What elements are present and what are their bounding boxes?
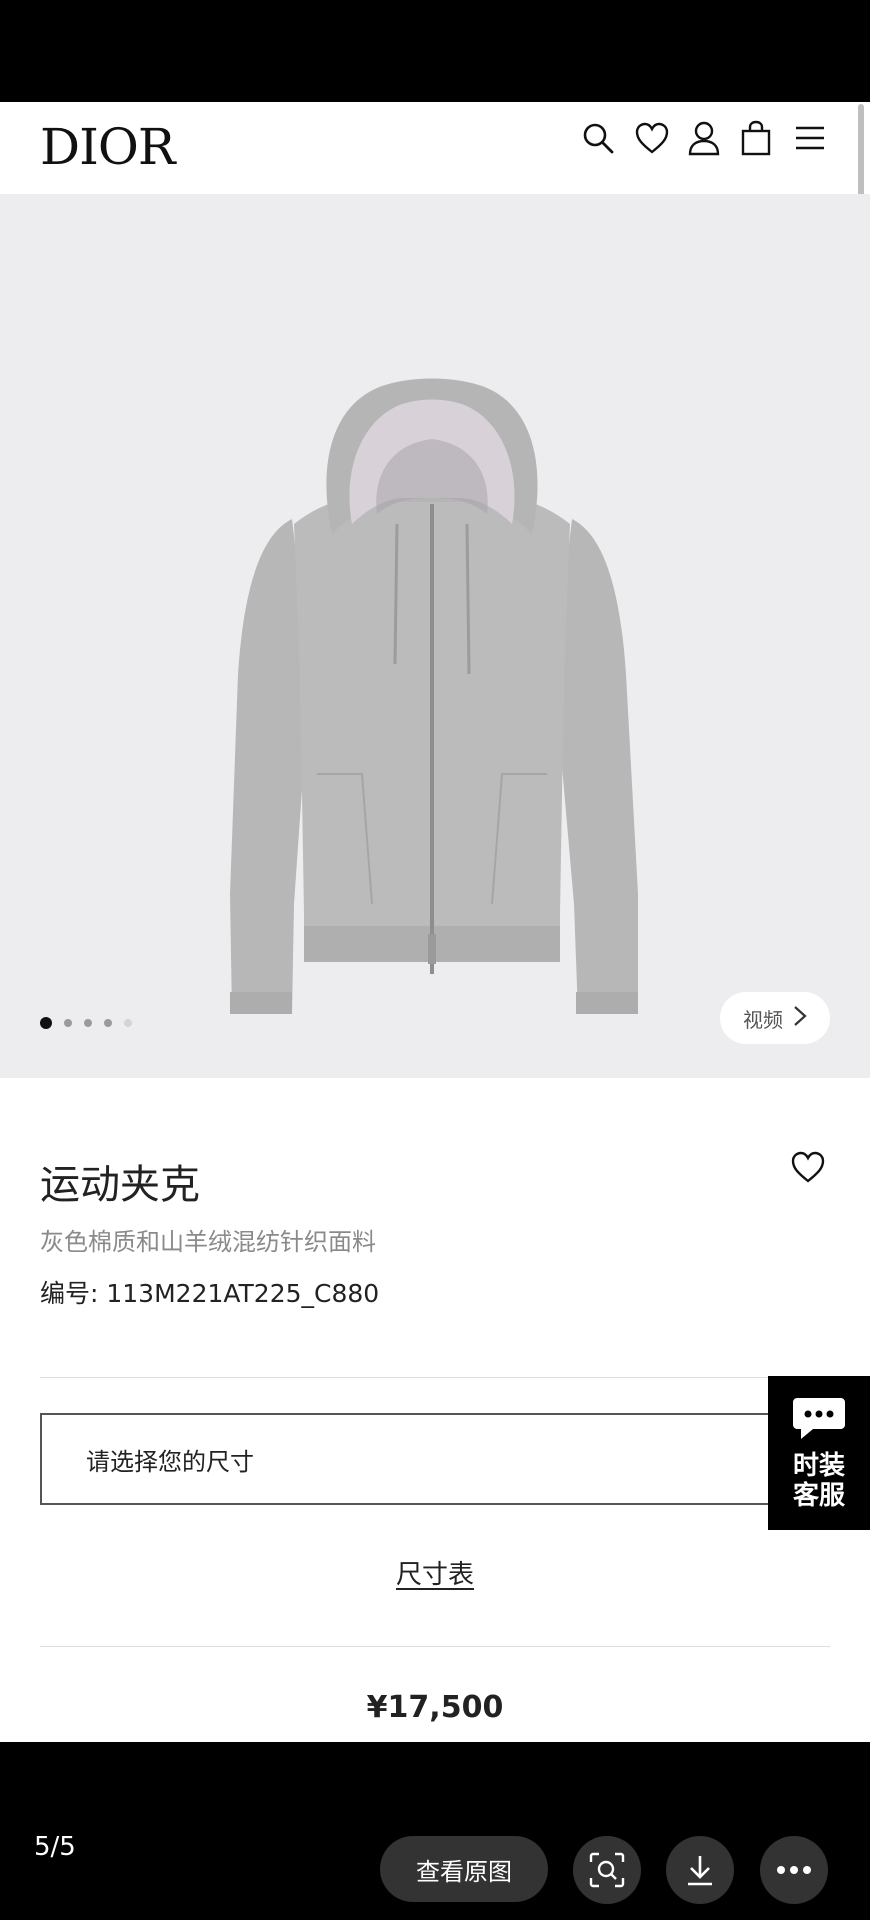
carousel-dots[interactable] — [40, 1017, 132, 1029]
hoodie-jacket-image — [230, 378, 638, 1014]
download-icon[interactable] — [666, 1836, 734, 1904]
search-icon[interactable] — [576, 116, 620, 160]
image-counter: 5/5 — [34, 1832, 76, 1862]
size-chart-row: 尺寸表 — [0, 1554, 870, 1591]
more-options-icon[interactable] — [760, 1836, 828, 1904]
favorite-heart-icon[interactable] — [790, 1150, 826, 1188]
user-icon[interactable] — [682, 116, 726, 160]
site-header: DIOR — [0, 102, 870, 364]
chevron-right-icon — [793, 1005, 807, 1032]
size-select-placeholder: 请选择您的尺寸 — [86, 1447, 254, 1476]
product-image-carousel[interactable]: 视频 — [0, 194, 870, 1078]
bag-icon[interactable] — [734, 116, 778, 160]
chat-bubble-icon — [791, 1395, 847, 1445]
image-viewer-toolbar: 5/5 查看原图 — [0, 1742, 870, 1920]
divider — [40, 1646, 830, 1647]
carousel-dot[interactable] — [124, 1019, 132, 1027]
carousel-dot[interactable] — [40, 1017, 52, 1029]
heart-icon[interactable] — [630, 116, 674, 160]
product-title: 运动夹克 — [40, 1162, 200, 1208]
video-button[interactable]: 视频 — [720, 992, 830, 1044]
size-select[interactable]: 请选择您的尺寸 — [40, 1413, 828, 1505]
carousel-dot[interactable] — [104, 1019, 112, 1027]
carousel-dot[interactable] — [84, 1019, 92, 1027]
product-code: 编号: 113M221AT225_C880 — [40, 1279, 380, 1308]
product-subtitle: 灰色棉质和山羊绒混纺针织面料 — [40, 1228, 376, 1256]
product-price: ¥17,500 — [366, 1690, 504, 1725]
image-search-icon[interactable] — [573, 1836, 641, 1904]
customer-service-chat-button[interactable]: 时装客服 — [768, 1376, 870, 1530]
divider — [40, 1377, 830, 1378]
view-original-button[interactable]: 查看原图 — [380, 1836, 548, 1902]
video-label: 视频 — [743, 1007, 783, 1032]
size-chart-link[interactable]: 尺寸表 — [396, 1560, 474, 1590]
chat-label: 时装客服 — [792, 1451, 845, 1511]
menu-icon[interactable] — [788, 116, 832, 160]
product-page: DIOR 视频 运动夹克 灰色棉质和山羊绒混纺针织面料 编号: 113M221A… — [0, 102, 870, 1742]
dior-logo[interactable]: DIOR — [40, 112, 175, 182]
carousel-dot[interactable] — [64, 1019, 72, 1027]
